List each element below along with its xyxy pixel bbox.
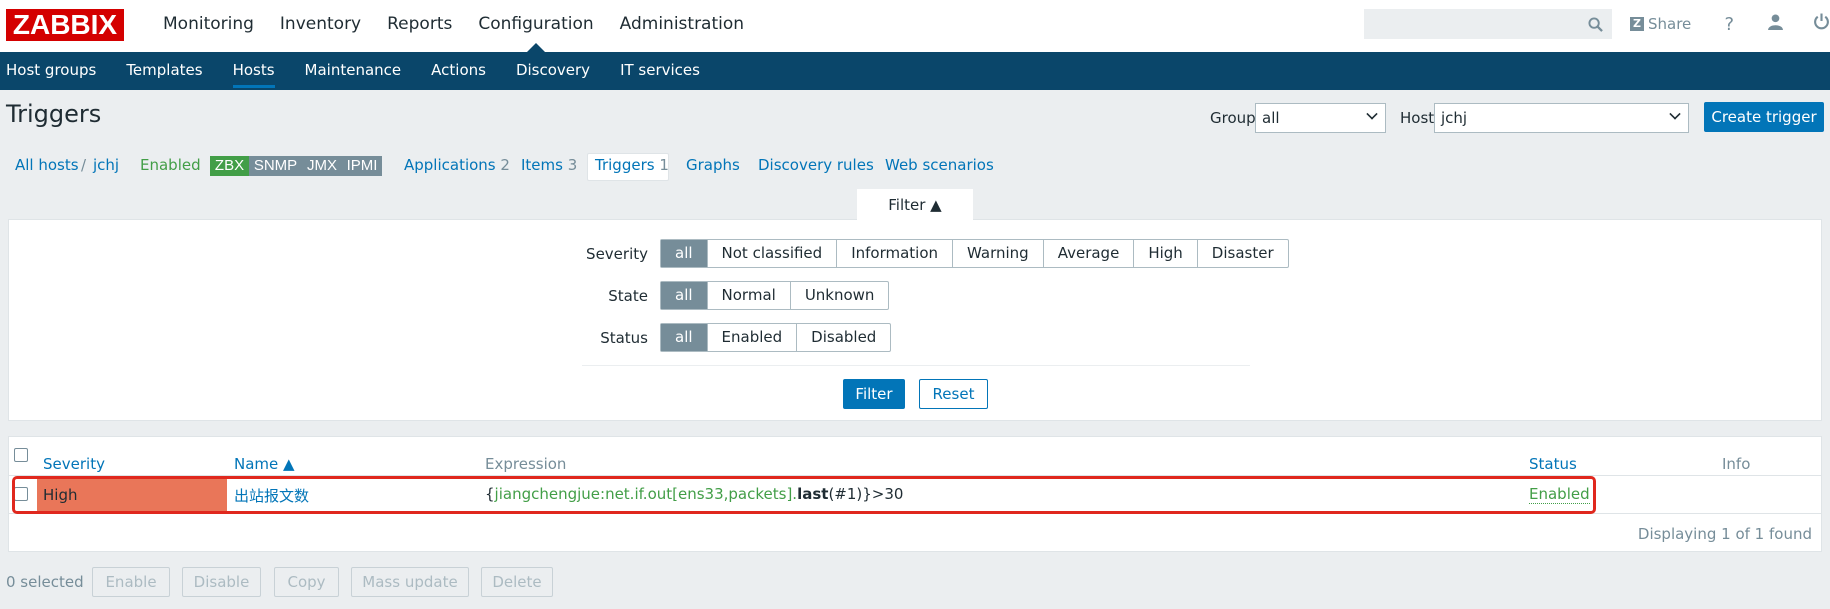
sub-menu: Host groups Templates Hosts Maintenance … [0,52,1830,90]
status-filter-group: all Enabled Disabled [660,323,892,352]
status-option-all[interactable]: all [661,324,707,351]
group-select[interactable]: all [1255,103,1386,133]
submenu-templates[interactable]: Templates [120,52,214,90]
submenu-host-groups[interactable]: Host groups [0,52,108,90]
filter-reset-button[interactable]: Reset [919,379,988,409]
severity-option-warning[interactable]: Warning [952,240,1043,267]
state-filter-label: State [608,287,648,305]
filter-apply-button[interactable]: Filter [843,379,905,409]
menu-configuration[interactable]: Configuration [465,0,606,52]
submenu-it-services[interactable]: IT services [614,52,712,90]
column-header-info: Info [1722,455,1751,473]
search-icon[interactable] [1588,17,1603,32]
severity-option-average[interactable]: Average [1042,240,1134,267]
severity-option-high[interactable]: High [1133,240,1196,267]
severity-option-all[interactable]: all [661,240,707,267]
tab-items[interactable]: Items 3 [521,156,577,174]
column-header-severity[interactable]: Severity [43,455,105,473]
jmx-availability-tag: JMX [302,156,342,176]
breadcrumb-separator: / [81,156,87,174]
table-result-count: Displaying 1 of 1 found [1637,525,1812,543]
share-label: Share [1648,15,1692,33]
menu-inventory[interactable]: Inventory [267,0,374,52]
selected-count: 0 selected [6,573,84,591]
tab-applications-label: Applications [404,156,496,174]
tab-items-label: Items [521,156,563,174]
severity-filter-label: Severity [586,245,648,263]
menu-administration[interactable]: Administration [607,0,757,52]
column-header-status[interactable]: Status [1529,455,1577,473]
breadcrumb-all-hosts[interactable]: All hosts [15,156,79,174]
submenu-discovery[interactable]: Discovery [510,52,602,90]
ipmi-availability-tag: IPMI [342,156,382,176]
status-option-enabled[interactable]: Enabled [706,324,797,351]
enable-button[interactable]: Enable [92,567,170,597]
status-option-disabled[interactable]: Disabled [796,324,890,351]
highlight-annotation-box [12,476,1596,514]
tab-applications[interactable]: Applications 2 [404,156,510,174]
top-header: ZABBIX Monitoring Inventory Reports Conf… [0,0,1830,52]
chevron-down-icon [1669,108,1681,120]
create-trigger-button[interactable]: Create trigger [1704,102,1824,132]
tab-graphs[interactable]: Graphs [686,156,740,174]
submenu-maintenance[interactable]: Maintenance [299,52,414,90]
tab-applications-count: 2 [500,156,510,174]
severity-option-information[interactable]: Information [836,240,952,267]
help-icon[interactable]: ? [1719,14,1739,35]
snmp-availability-tag: SNMP [249,156,302,176]
tab-triggers-label: Triggers [595,156,655,174]
page-title: Triggers [6,100,102,128]
user-profile-icon[interactable] [1765,13,1785,35]
tab-items-count: 3 [567,156,578,174]
host-select[interactable]: jchj [1434,103,1689,133]
filter-divider [582,365,1250,366]
chevron-down-icon [1366,108,1378,120]
column-header-name[interactable]: Name ▲ [234,455,295,473]
menu-reports[interactable]: Reports [374,0,465,52]
status-filter-label: Status [600,329,648,347]
filter-toggle-tab[interactable]: Filter ▲ [857,189,973,220]
sign-out-icon[interactable] [1811,13,1830,35]
state-filter-group: all Normal Unknown [660,281,890,310]
severity-option-disaster[interactable]: Disaster [1196,240,1288,267]
tab-web-scenarios[interactable]: Web scenarios [885,156,994,174]
main-menu: Monitoring Inventory Reports Configurati… [150,0,757,52]
host-status-enabled[interactable]: Enabled [140,156,201,174]
search-input[interactable] [1364,9,1612,39]
host-label: Host [1400,109,1435,127]
tab-discovery-rules[interactable]: Discovery rules [758,156,874,174]
severity-filter-group: all Not classified Information Warning A… [660,239,1289,268]
submenu-actions[interactable]: Actions [425,52,498,90]
host-select-value: jchj [1441,109,1468,127]
mass-update-button[interactable]: Mass update [351,567,469,597]
zbx-availability-tag: ZBX [210,156,249,176]
share-link[interactable]: Z Share [1630,15,1691,33]
disable-button[interactable]: Disable [182,567,261,597]
submenu-hosts[interactable]: Hosts [227,52,287,90]
menu-monitoring[interactable]: Monitoring [150,0,267,52]
state-option-normal[interactable]: Normal [706,282,790,309]
state-option-unknown[interactable]: Unknown [789,282,889,309]
column-header-expression: Expression [485,455,567,473]
delete-button[interactable]: Delete [481,567,553,597]
select-all-checkbox[interactable] [14,448,28,462]
group-label: Group [1210,109,1256,127]
tab-triggers-count: 1 [659,156,669,174]
zabbix-logo[interactable]: ZABBIX [6,9,124,41]
severity-option-not-classified[interactable]: Not classified [706,240,837,267]
copy-button[interactable]: Copy [274,567,339,597]
group-select-value: all [1262,109,1280,127]
state-option-all[interactable]: all [661,282,707,309]
breadcrumb-host[interactable]: jchj [93,156,119,174]
zabbix-share-icon: Z [1630,17,1644,31]
top-right-icons: Z Share ? [1630,0,1830,48]
tab-triggers[interactable]: Triggers 1 [595,156,669,174]
